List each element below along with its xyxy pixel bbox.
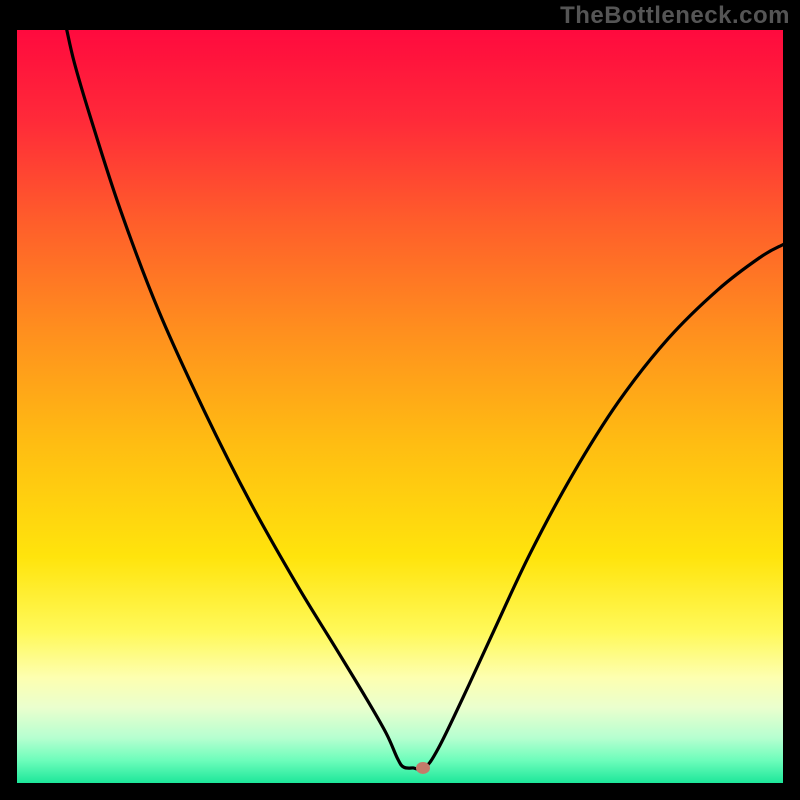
chart-root: TheBottleneck.com [0, 0, 800, 800]
min-marker-dot [416, 762, 430, 774]
chart-area [17, 30, 783, 783]
gradient-background [17, 30, 783, 783]
watermark-text: TheBottleneck.com [560, 2, 790, 30]
chart-svg [17, 30, 783, 783]
